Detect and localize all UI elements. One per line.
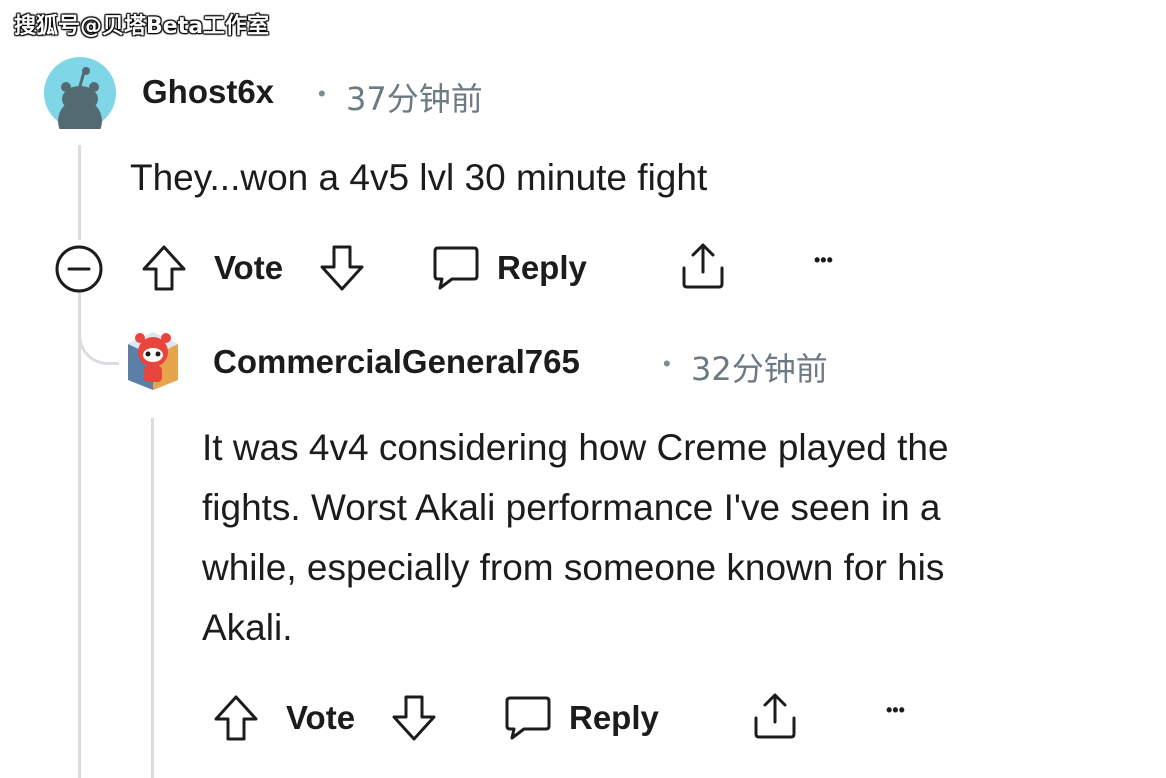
share-button[interactable]: [678, 240, 728, 292]
avatar[interactable]: [120, 322, 186, 392]
downvote-button[interactable]: [390, 693, 438, 743]
comment-body: It was 4v4 considering how Creme played …: [202, 418, 949, 658]
comment-body: They...won a 4v5 lvl 30 minute fight: [130, 157, 708, 198]
vote-count-label: Vote: [286, 699, 356, 736]
meta-separator: •: [663, 351, 671, 376]
upvote-button[interactable]: [140, 243, 188, 293]
comment-timestamp: 32分钟前: [691, 350, 828, 388]
reply-label[interactable]: Reply: [497, 249, 587, 287]
upvote-arrow-icon: [142, 245, 186, 291]
meta-separator: •: [318, 81, 326, 106]
downvote-arrow-icon: [320, 245, 364, 291]
thread-line-reply[interactable]: [151, 418, 154, 778]
upvote-arrow-icon: [214, 695, 258, 741]
vote-count-label: Vote: [214, 249, 284, 286]
comment-username[interactable]: Ghost6x: [142, 73, 274, 111]
thread-line-main[interactable]: [78, 145, 81, 240]
snoo-character-avatar-icon: [128, 332, 178, 390]
collapse-minus-icon: [55, 245, 103, 293]
downvote-arrow-icon: [392, 695, 436, 741]
upvote-button[interactable]: [212, 693, 260, 743]
downvote-button[interactable]: [318, 243, 366, 293]
comment-timestamp: 37分钟前: [346, 80, 483, 118]
comment-username[interactable]: CommercialGeneral765: [213, 343, 580, 381]
comment-body-line: Akali.: [202, 607, 293, 648]
more-options-button[interactable]: •••: [886, 700, 905, 721]
comment-body-line: It was 4v4 considering how Creme played …: [202, 427, 949, 468]
reply-label[interactable]: Reply: [569, 699, 659, 737]
more-options-button[interactable]: •••: [814, 250, 833, 271]
watermark-text: 搜狐号@贝塔Beta工作室: [14, 14, 270, 39]
share-button[interactable]: [750, 690, 800, 742]
comment-body-line: while, especially from someone known for…: [202, 547, 945, 588]
collapse-thread-button[interactable]: [54, 244, 104, 294]
thread-branch-curve: [78, 300, 119, 365]
share-upload-icon: [682, 243, 724, 289]
share-upload-icon: [754, 693, 796, 739]
comment-bubble-icon: [505, 696, 551, 740]
reply-button[interactable]: [430, 242, 482, 294]
reply-button[interactable]: [502, 692, 554, 744]
comment-bubble-icon: [433, 246, 479, 290]
thread-line-main-lower[interactable]: [78, 292, 81, 778]
comment-body-line: fights. Worst Akali performance I've see…: [202, 487, 941, 528]
reddit-snoo-avatar-icon: [44, 57, 116, 143]
avatar[interactable]: [44, 57, 116, 143]
